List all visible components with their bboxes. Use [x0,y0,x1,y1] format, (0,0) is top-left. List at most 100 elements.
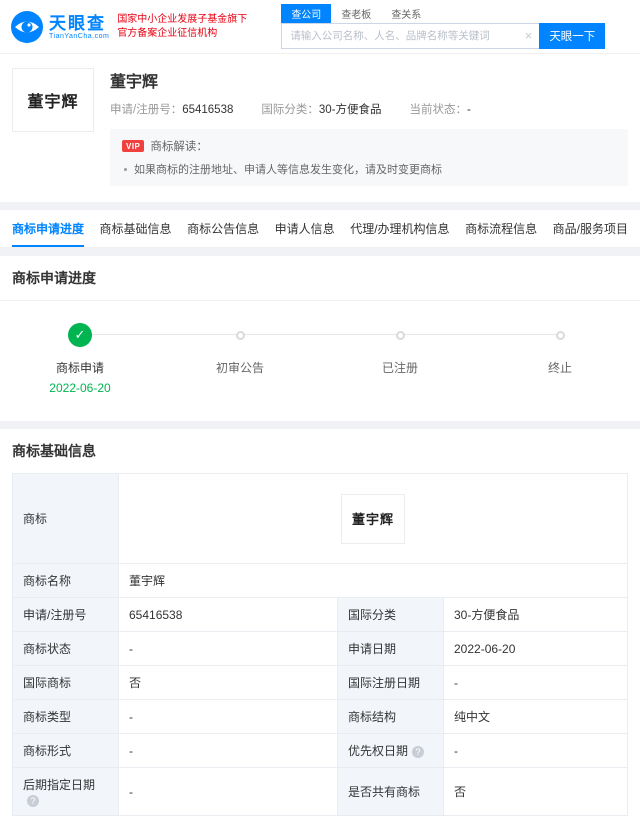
trademark-summary-card: 董宇辉 董宇辉 申请/注册号：65416538 国际分类：30-方便食品 当前状… [0,54,640,202]
step-label: 已注册 [381,361,418,375]
row-label: 国际注册日期 [337,665,444,700]
info-icon[interactable]: ? [27,795,39,807]
tab-announcement-info[interactable]: 商标公告信息 [187,210,259,247]
trademark-meta-row: 申请/注册号：65416538 国际分类：30-方便食品 当前状态：- [110,101,628,117]
row-value: - [443,733,628,768]
step-label: 终止 [547,361,572,375]
step-label: 初审公告 [215,361,264,375]
check-circle-icon: ✓ [68,323,92,347]
basic-info-table: 商标 董宇辉 商标名称 董宇辉 申请/注册号 65416538 国际分类 30-… [12,473,628,816]
logo-domain: TianYanCha.com [49,32,110,40]
pending-circle-icon [395,330,405,340]
progress-step-terminated: 终止 [480,323,640,395]
slogan-line-1: 国家中小企业发展子基金旗下 [117,13,248,25]
top-header: 天眼查 TianYanCha.com 国家中小企业发展子基金旗下 官方备案企业征… [0,0,640,54]
row-value: - [443,665,628,700]
row-label: 后期指定日期? [12,767,119,816]
row-label: 商标名称 [12,563,119,598]
search-tab-relation[interactable]: 查关系 [381,4,431,23]
trademark-summary-main: 董宇辉 申请/注册号：65416538 国际分类：30-方便食品 当前状态：- … [110,68,628,186]
reg-number-value: 65416538 [182,104,234,116]
table-row: 国际商标 否 国际注册日期 - [12,665,628,700]
table-row: 商标状态 - 申请日期 2022-06-20 [12,631,628,666]
tab-application-progress[interactable]: 商标申请进度 [12,210,85,247]
search-tab-boss[interactable]: 查老板 [331,4,381,23]
progress-step-registered: 已注册 [320,323,480,395]
progress-step-applied: ✓ 商标申请 2022-06-20 [0,323,160,395]
insight-bullet-item: 如果商标的注册地址、申请人等信息发生变化，请及时变更商标 [122,161,616,177]
page-title: 董宇辉 [110,74,159,91]
trademark-image-cell: 董宇辉 [118,473,628,564]
trademark-image: 董宇辉 [341,493,405,544]
search-tab-company[interactable]: 查公司 [281,4,332,23]
trademark-image: 董宇辉 [12,68,94,132]
progress-timeline: ✓ 商标申请 2022-06-20 初审公告 已注册 终止 [0,301,640,421]
official-slogan: 国家中小企业发展子基金旗下 官方备案企业征信机构 [117,13,247,41]
row-value: 65416538 [118,597,338,632]
logo-name: 天眼查 [49,13,106,33]
progress-section-title: 商标申请进度 [0,256,640,301]
row-value: - [118,767,338,816]
row-value: 否 [118,665,338,700]
application-progress-section: 商标申请进度 ✓ 商标申请 2022-06-20 初审公告 已注册 终止 [0,256,640,421]
vip-badge: VIP [122,140,145,152]
logo-text: 天眼查 TianYanCha.com [49,14,109,40]
search-button[interactable]: 天眼一下 [539,23,606,49]
basic-info-section-title: 商标基础信息 [12,443,96,459]
trademark-insight-box: VIP 商标解读： 如果商标的注册地址、申请人等信息发生变化，请及时变更商标 [110,129,628,186]
clear-search-icon[interactable]: × [525,28,533,44]
intl-class-field: 国际分类：30-方便食品 [261,101,381,117]
intl-class-value: 30-方便食品 [318,104,382,116]
row-label: 申请日期 [337,631,444,666]
table-row: 申请/注册号 65416538 国际分类 30-方便食品 [12,597,628,632]
pending-circle-icon [235,330,245,340]
tab-applicant-info[interactable]: 申请人信息 [275,210,335,247]
table-row: 商标类型 - 商标结构 纯中文 [12,699,628,734]
info-icon[interactable]: ? [412,746,425,758]
row-label: 商标类型 [12,699,119,734]
table-row: 商标名称 董宇辉 [12,563,628,598]
table-row: 商标形式 - 优先权日期? - [12,733,628,768]
row-label: 优先权日期? [337,733,444,768]
row-label: 申请/注册号 [12,597,119,632]
table-row: 后期指定日期? - 是否共有商标 否 [12,767,628,816]
intl-class-label: 国际分类： [261,104,319,116]
tab-basic-info[interactable]: 商标基础信息 [100,210,172,247]
bullet-dot-icon [124,167,127,171]
tianyancha-logo[interactable]: 天眼查 TianYanCha.com [10,10,109,44]
current-status-value: - [467,104,471,116]
reg-number-field: 申请/注册号：65416538 [110,101,233,117]
row-label: 商标状态 [12,631,119,666]
search-type-tabs: 查公司 查老板 查关系 [281,4,605,23]
trademark-image-text: 董宇辉 [27,92,79,111]
row-label: 是否共有商标 [337,767,444,816]
row-label: 商标 [12,473,119,564]
insight-bullet-text: 如果商标的注册地址、申请人等信息发生变化，请及时变更商标 [134,164,442,176]
row-value: 否 [443,767,628,816]
row-label: 国际分类 [337,597,444,632]
progress-step-preliminary: 初审公告 [160,323,320,395]
slogan-line-2: 官方备案企业征信机构 [117,27,218,39]
row-value: 纯中文 [443,699,628,734]
current-status-field: 当前状态：- [410,101,471,117]
row-label: 国际商标 [12,665,119,700]
reg-number-label: 申请/注册号： [110,104,183,116]
row-value: - [118,631,338,666]
detail-tab-bar: 商标申请进度 商标基础信息 商标公告信息 申请人信息 代理/办理机构信息 商标流… [0,210,640,248]
row-label: 商标结构 [337,699,444,734]
row-label: 商标形式 [12,733,119,768]
tab-goods-services[interactable]: 商品/服务项目 [553,210,628,247]
tab-process-info[interactable]: 商标流程信息 [465,210,537,247]
search-input[interactable] [281,23,540,49]
insight-title: 商标解读： [150,141,208,153]
row-value: - [118,699,338,734]
table-row: 商标 董宇辉 [12,473,628,564]
search-area: 查公司 查老板 查关系 × 天眼一下 [281,4,606,49]
pending-circle-icon [555,330,565,340]
search-bar: × 天眼一下 [281,23,606,49]
tab-agency-info[interactable]: 代理/办理机构信息 [350,210,449,247]
row-value: - [118,733,338,768]
tianyancha-logo-icon [11,10,43,43]
basic-info-section: 商标基础信息 商标 董宇辉 商标名称 董宇辉 申请/注册号 65416538 国… [0,429,640,816]
step-date: 2022-06-20 [49,381,111,395]
